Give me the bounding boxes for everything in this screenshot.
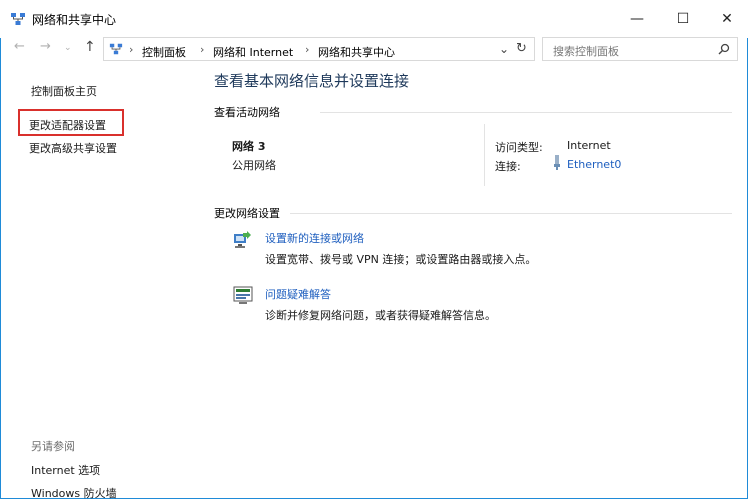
troubleshoot-icon <box>233 286 253 304</box>
active-networks-heading: 查看活动网络 <box>214 106 280 119</box>
access-type-label: 访问类型: <box>495 141 543 154</box>
see-also-heading: 另请参阅 <box>31 440 75 453</box>
breadcrumb-separator-icon: › <box>305 43 310 56</box>
divider <box>320 112 732 113</box>
close-button[interactable]: ✕ <box>704 0 750 38</box>
search-placeholder: 搜索控制面板 <box>553 45 619 58</box>
ethernet-icon <box>554 155 560 170</box>
access-type-value: Internet <box>567 139 611 152</box>
windows-firewall-link[interactable]: Windows 防火墙 <box>31 485 117 501</box>
control-panel-home-link[interactable]: 控制面板主页 <box>31 83 97 99</box>
vertical-divider <box>484 124 485 186</box>
setup-new-connection-desc: 设置宽带、拨号或 VPN 连接；或设置路由器或接入点。 <box>265 253 537 266</box>
connections-label: 连接: <box>495 160 521 173</box>
troubleshoot-link[interactable]: 问题疑难解答 <box>265 286 331 302</box>
forward-arrow-icon[interactable]: → <box>40 39 51 54</box>
new-connection-icon <box>234 231 251 248</box>
title-bar: 网络和共享中心 — ☐ ✕ <box>0 0 750 38</box>
troubleshoot-desc: 诊断并修复网络问题，或者获得疑难解答信息。 <box>265 309 496 322</box>
address-bar[interactable]: › 控制面板 › 网络和 Internet › 网络和共享中心 ⌄ ↻ <box>103 37 535 61</box>
breadcrumb-separator-icon: › <box>129 43 134 56</box>
breadcrumb-network-sharing[interactable]: 网络和共享中心 <box>318 44 395 60</box>
ethernet-connection-link[interactable]: Ethernet0 <box>567 158 621 171</box>
setup-new-connection-link[interactable]: 设置新的连接或网络 <box>265 230 364 246</box>
back-arrow-icon[interactable]: ← <box>14 39 25 54</box>
page-heading: 查看基本网络信息并设置连接 <box>214 72 410 90</box>
breadcrumb-network-internet[interactable]: 网络和 Internet <box>213 44 293 60</box>
network-name: 网络 3 <box>232 140 266 153</box>
minimize-button[interactable]: — <box>614 0 660 38</box>
internet-options-link[interactable]: Internet 选项 <box>31 462 100 478</box>
up-arrow-icon[interactable]: ↑ <box>84 39 96 55</box>
change-settings-heading: 更改网络设置 <box>214 207 280 220</box>
recent-chevron-icon[interactable]: ⌄ <box>64 43 72 53</box>
dropdown-chevron-icon[interactable]: ⌄ <box>499 42 509 56</box>
breadcrumb-separator-icon: › <box>200 43 205 56</box>
control-panel-icon <box>109 43 123 55</box>
refresh-icon[interactable]: ↻ <box>516 41 527 56</box>
maximize-button[interactable]: ☐ <box>660 0 706 38</box>
change-advanced-sharing-link[interactable]: 更改高级共享设置 <box>29 140 117 156</box>
network-type: 公用网络 <box>232 159 276 172</box>
search-icon[interactable] <box>718 43 730 55</box>
change-adapter-settings-link[interactable]: 更改适配器设置 <box>29 117 106 133</box>
divider <box>290 213 732 214</box>
network-icon <box>11 13 25 25</box>
breadcrumb-control-panel[interactable]: 控制面板 <box>142 44 186 60</box>
window-title: 网络和共享中心 <box>32 13 117 27</box>
search-input[interactable]: 搜索控制面板 <box>542 37 738 61</box>
